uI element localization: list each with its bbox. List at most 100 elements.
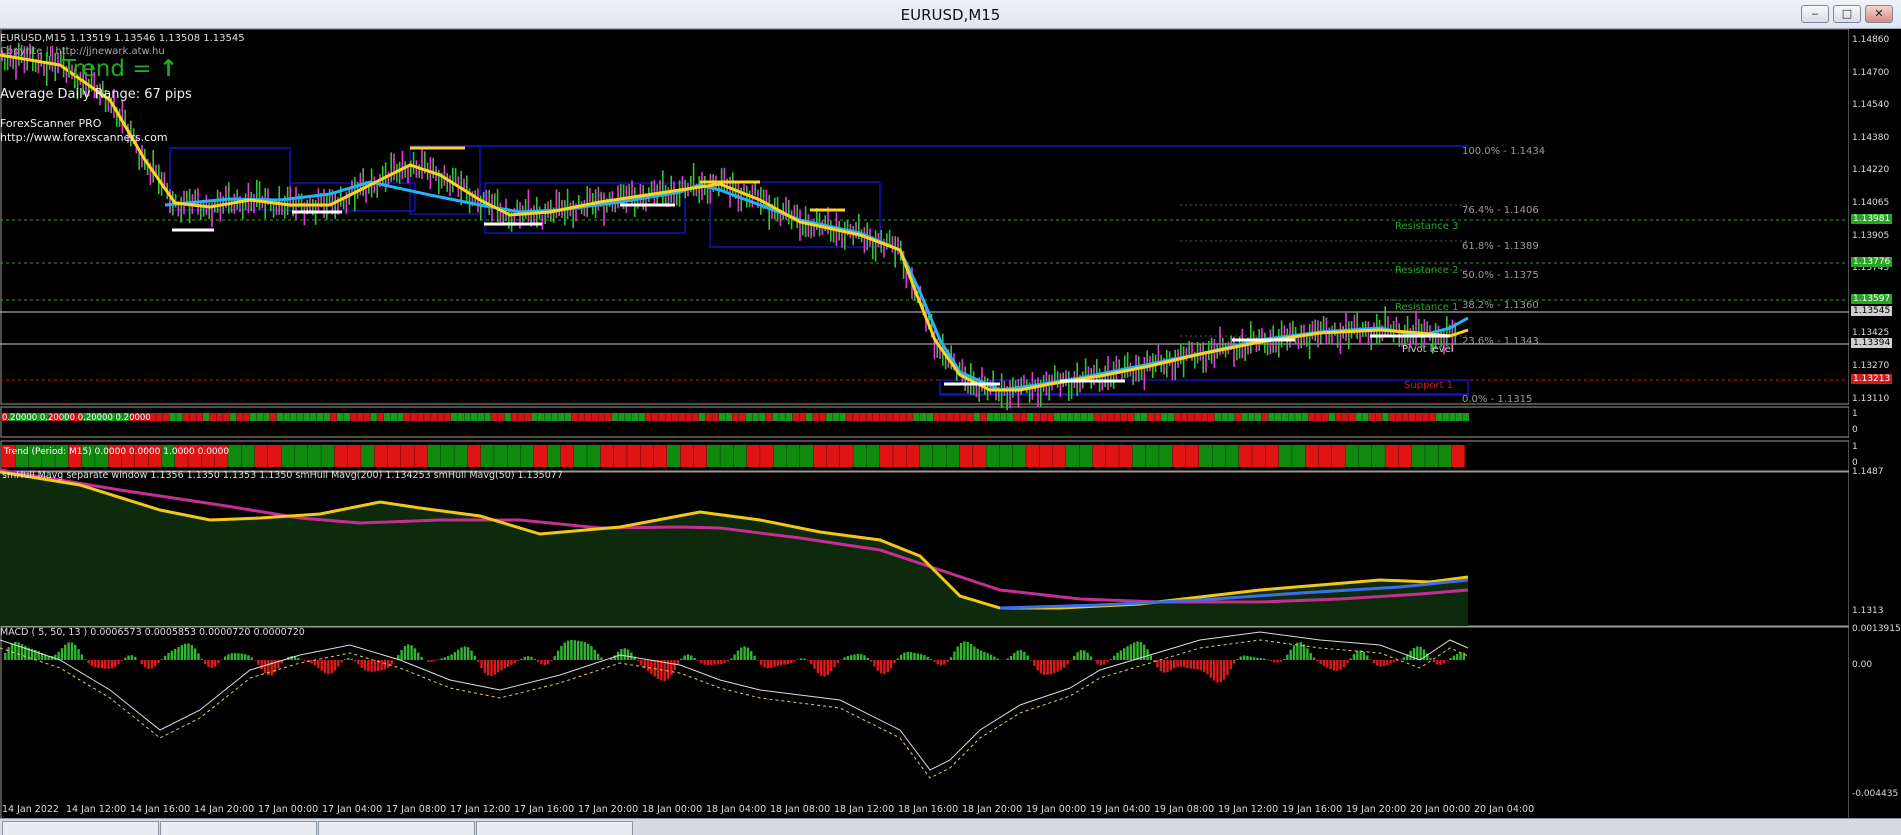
chart-tab[interactable] xyxy=(2,821,159,835)
macd-line xyxy=(0,631,1469,771)
strip1-cell xyxy=(1161,413,1168,421)
minimize-button[interactable]: ‒ xyxy=(1801,5,1829,23)
price-tag-label: 1.13213 xyxy=(1851,374,1893,384)
strip1-cell xyxy=(1141,413,1148,421)
strip1-cell xyxy=(1335,413,1342,421)
strip1-cell xyxy=(558,413,565,421)
strip1-cell xyxy=(1194,413,1201,421)
strip1-cell xyxy=(873,413,880,421)
strip1-cell xyxy=(732,413,739,421)
hull-axis-bottom: 1.1313 xyxy=(1852,606,1884,616)
strip1-cell xyxy=(1429,413,1436,421)
macd-signal-line xyxy=(0,639,1469,779)
strip1-cell xyxy=(1114,413,1121,421)
strip2-cell xyxy=(1425,445,1439,467)
price-tick-label: 1.14860 xyxy=(1852,35,1890,45)
strip2-cell xyxy=(387,445,401,467)
pivot-level-label: Pivot level xyxy=(1402,344,1454,355)
strip1-cell xyxy=(1288,413,1295,421)
fib-level-618: 61.8% - 1.1389 xyxy=(1462,241,1539,252)
strip1-cell xyxy=(1342,413,1349,421)
strip1-cell xyxy=(926,413,933,421)
time-axis-label: 17 Jan 16:00 xyxy=(514,804,575,815)
price-axis[interactable]: 1.14860 1.14700 1.14540 1.14380 1.14220 1.140… xyxy=(1849,29,1901,819)
strip2-cell xyxy=(1026,445,1040,467)
strip1-cell xyxy=(919,413,927,421)
strip1-cell xyxy=(866,413,873,421)
strip1-cell xyxy=(1107,413,1114,421)
strip1-cell xyxy=(1275,413,1282,421)
strip1-cell xyxy=(156,413,163,421)
time-axis-label: 19 Jan 16:00 xyxy=(1282,804,1343,815)
fib-level-236: 23.6% - 1.1343 xyxy=(1462,336,1539,347)
scanner-url-link[interactable]: http://www.forexscanners.com xyxy=(0,131,168,144)
strip1-cell xyxy=(544,413,552,421)
strip1-cell xyxy=(377,413,384,421)
strip1-cell xyxy=(1281,413,1289,421)
strip1-cell xyxy=(886,413,893,421)
strip2-cell xyxy=(1252,445,1266,467)
price-tick-label: 1.13905 xyxy=(1852,230,1890,241)
strip1-cell xyxy=(162,413,170,421)
strip1-cell xyxy=(826,413,833,421)
strip1-cell xyxy=(712,413,719,421)
strip2-cell xyxy=(640,445,654,467)
strip1-cell xyxy=(517,413,525,421)
strip1-cell xyxy=(578,413,585,421)
chart-canvas[interactable] xyxy=(0,29,1901,819)
strip2-cell xyxy=(507,445,521,467)
strip1-cell xyxy=(310,413,317,421)
strip2-cell xyxy=(427,445,441,467)
price-tick-label: 1.13425 xyxy=(1852,328,1890,339)
strip1-cell xyxy=(1174,413,1181,421)
strip1-cell xyxy=(1261,413,1268,421)
strip1-cell xyxy=(296,413,304,421)
fib-level-0: 0.0% - 1.1315 xyxy=(1462,394,1533,405)
fib-level-50: 50.0% - 1.1375 xyxy=(1462,270,1539,281)
strip1-cell xyxy=(846,413,853,421)
strip1-cell xyxy=(1455,413,1463,421)
strip1-cell xyxy=(973,413,980,421)
chart-tab[interactable] xyxy=(476,821,633,835)
chart-tab[interactable] xyxy=(160,821,317,835)
strip2-cell xyxy=(254,445,268,467)
strip2-cell xyxy=(281,445,295,467)
strip2-cell xyxy=(986,445,1000,467)
strip1-cell xyxy=(819,413,826,421)
hull-axis-top: 1.1487 xyxy=(1852,467,1884,477)
strip1-cell xyxy=(852,413,860,421)
time-axis-label: 19 Jan 08:00 xyxy=(1154,804,1215,815)
strip1-cell xyxy=(450,413,458,421)
strip2-cell xyxy=(866,445,880,467)
strip1-cell xyxy=(363,413,371,421)
maximize-button[interactable]: □ xyxy=(1833,5,1861,23)
strip1-cell xyxy=(1415,413,1423,421)
strip2-cell xyxy=(1225,445,1239,467)
strip1-cell xyxy=(410,413,418,421)
strip1-cell xyxy=(1295,413,1302,421)
chart-tab[interactable] xyxy=(318,821,475,835)
strip1-cell xyxy=(1254,413,1262,421)
time-axis-label: 17 Jan 00:00 xyxy=(258,804,319,815)
strip1-cell xyxy=(343,413,351,421)
time-axis-label: 19 Jan 20:00 xyxy=(1346,804,1407,815)
strip1-cell xyxy=(1013,413,1021,421)
strip2-cell xyxy=(667,445,680,467)
time-axis-label: 17 Jan 12:00 xyxy=(450,804,511,815)
strip2-cell xyxy=(573,445,587,467)
trend-label-text: Trend = xyxy=(62,56,152,82)
strip1-cell xyxy=(591,413,598,421)
strip1-cell xyxy=(216,413,223,421)
strip1-cell xyxy=(551,413,558,421)
strip1-cell xyxy=(424,413,431,421)
strip1-cell xyxy=(625,413,632,421)
strip1-cell xyxy=(316,413,324,421)
close-button[interactable]: ✕ xyxy=(1865,5,1893,23)
strip2-cell xyxy=(520,445,534,467)
strip1-cell xyxy=(1080,413,1088,421)
strip1-cell xyxy=(960,413,967,421)
strip1-cell xyxy=(1355,413,1362,421)
strip1-cell xyxy=(752,413,759,421)
strip2-cell xyxy=(826,445,840,467)
strip1-cell xyxy=(1047,413,1054,421)
